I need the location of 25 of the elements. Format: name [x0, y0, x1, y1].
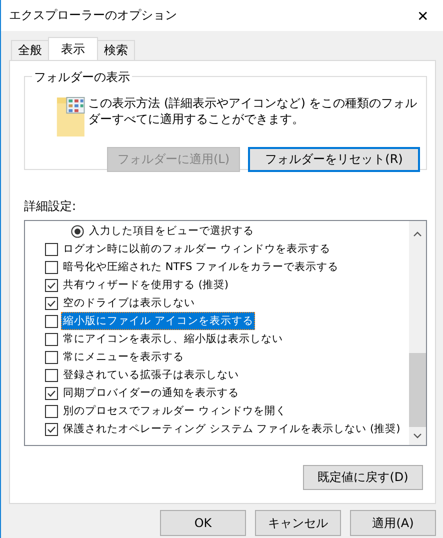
- option-label[interactable]: 保護されたオペレーティング システム ファイルを表示しない (推奨): [61, 420, 402, 438]
- tab[interactable]: 表示: [48, 37, 98, 60]
- option-label[interactable]: 縮小版にファイル アイコンを表示する: [61, 312, 256, 330]
- close-button[interactable]: ✕: [403, 0, 443, 31]
- option-label[interactable]: 登録されている拡張子は表示しない: [61, 366, 241, 384]
- option-label[interactable]: 暗号化や圧縮された NTFS ファイルをカラーで表示する: [61, 258, 340, 276]
- option-label[interactable]: 常にメニューを表示する: [61, 348, 186, 366]
- option-label[interactable]: 空のドライブは表示しない: [61, 294, 197, 312]
- tab[interactable]: 検索: [97, 40, 135, 60]
- dialog-button[interactable]: OK: [160, 510, 246, 536]
- restore-defaults-button[interactable]: 既定値に戻す(D): [303, 465, 423, 490]
- group-title: フォルダーの表示: [32, 69, 132, 86]
- folder-button[interactable]: フォルダーをリセット(R): [248, 147, 420, 172]
- section-label: 詳細設定:: [24, 198, 78, 215]
- option-label[interactable]: 別のプロセスでフォルダー ウィンドウを開く: [61, 402, 288, 420]
- option-label[interactable]: 共有ウィザードを使用する (推奨): [61, 276, 231, 294]
- window-title: エクスプローラーのオプション: [9, 7, 177, 24]
- option-label[interactable]: ログオン時に以前のフォルダー ウィンドウを表示する: [61, 240, 332, 258]
- option-label[interactable]: 入力した項目をビューで選択する: [87, 222, 256, 240]
- tab[interactable]: 全般: [11, 40, 49, 60]
- description-text: この表示方法 (詳細表示やアイコンなど) をこの種類のフォルダーすべてに適用することができます。: [88, 95, 418, 127]
- dialog-button[interactable]: キャンセル: [255, 510, 341, 536]
- option-label[interactable]: 同期プロバイダーの通知を表示する: [61, 384, 241, 402]
- dialog-button[interactable]: 適用(A): [350, 510, 436, 536]
- option-label[interactable]: 常にアイコンを表示し、縮小版は表示しない: [61, 330, 285, 348]
